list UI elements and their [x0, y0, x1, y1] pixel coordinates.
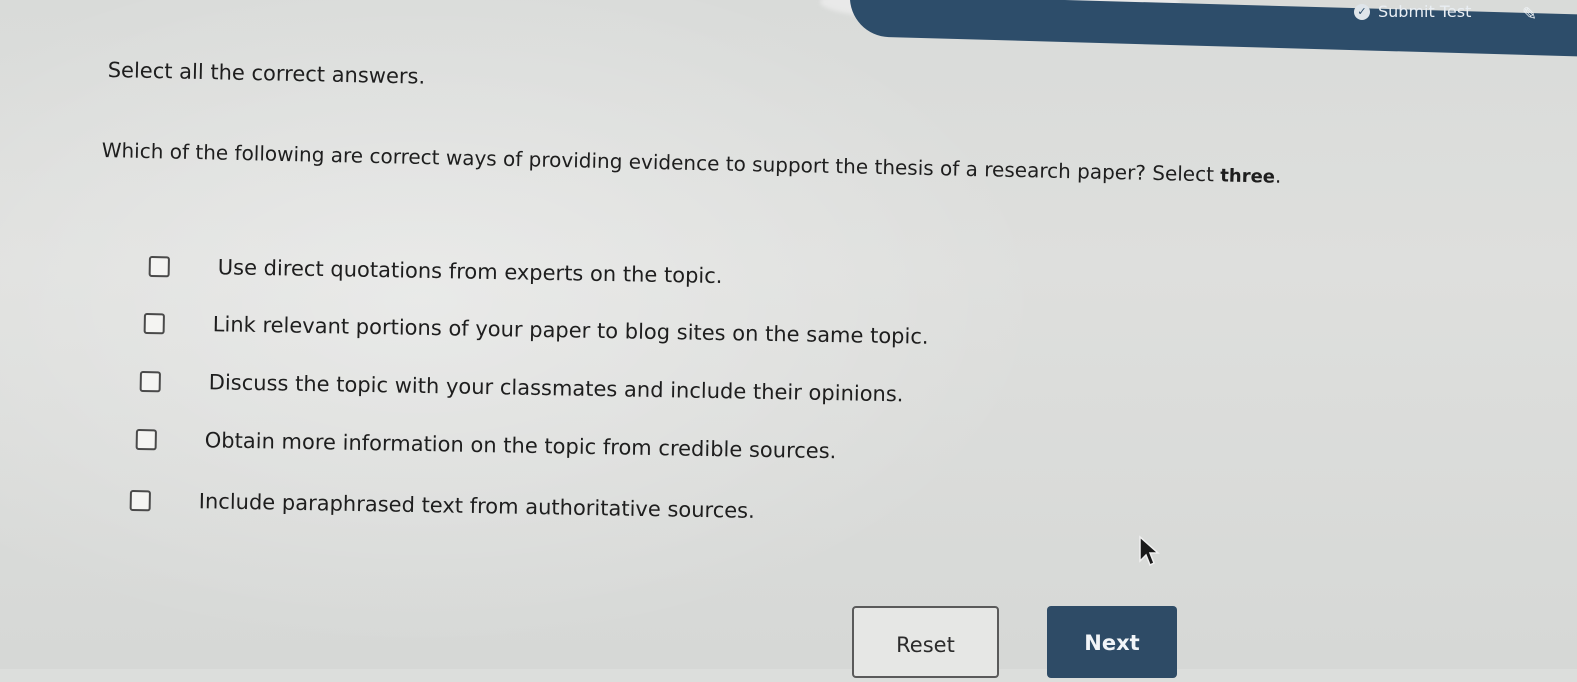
checkbox[interactable] — [139, 370, 161, 392]
question-end: . — [1274, 163, 1282, 188]
checkbox[interactable] — [148, 255, 170, 277]
checkbox[interactable] — [143, 312, 165, 334]
submit-test-button[interactable]: ✓ Submit Test — [1354, 2, 1471, 21]
check-circle-icon: ✓ — [1354, 3, 1370, 20]
pin-icon[interactable]: ✎ — [1522, 4, 1537, 25]
checkbox[interactable] — [129, 489, 151, 511]
reset-button[interactable]: Reset — [852, 606, 999, 678]
question-emphasis: three — [1220, 165, 1276, 188]
submit-test-label: Submit Test — [1378, 2, 1472, 21]
next-button[interactable]: Next — [1047, 606, 1177, 678]
checkbox[interactable] — [135, 428, 157, 450]
mouse-cursor-icon — [1139, 535, 1160, 567]
